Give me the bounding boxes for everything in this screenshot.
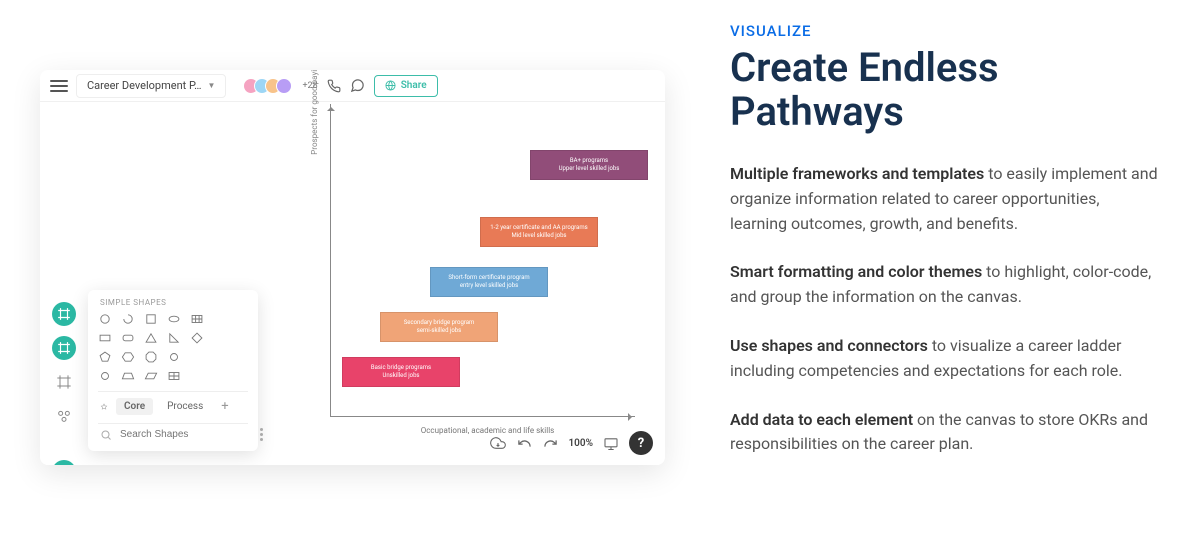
pin-icon[interactable] [98,401,110,413]
app-window: Career Development P… ▼ +28 [40,70,665,465]
cluster-tool-icon[interactable] [52,404,76,428]
frame-tool-outline[interactable] [52,370,76,394]
paragraph-1: Multiple frameworks and templates to eas… [730,162,1160,236]
paragraph-4: Add data to each element on the canvas t… [730,408,1160,458]
close-panel-button[interactable] [52,460,76,465]
document-title: Career Development P… [87,79,202,92]
present-icon[interactable] [603,435,619,451]
chevron-down-icon: ▼ [208,81,216,90]
share-label: Share [401,80,427,91]
paragraph-3: Use shapes and connectors to visualize a… [730,334,1160,384]
ladder-step-3[interactable]: Short-form certificate program entry lev… [430,267,548,297]
tab-process[interactable]: Process [159,398,211,415]
redo-icon[interactable] [542,435,558,451]
avatar [276,78,292,94]
shapes-panel: SIMPLE SHAPES [88,290,258,451]
shape-tabs: Core Process + [98,391,248,415]
search-icon [100,429,112,441]
ladder-step-1[interactable]: Basic bridge programs Unskilled jobs [342,357,460,387]
hexagon-icon[interactable] [121,350,135,364]
shape-row-2 [98,331,248,345]
circle-icon[interactable] [98,312,112,326]
phone-icon[interactable] [326,78,342,94]
square-icon[interactable] [144,312,158,326]
zoom-level[interactable]: 100% [568,438,593,449]
tab-core[interactable]: Core [116,398,153,415]
shape-row-4 [98,369,248,383]
undo-icon[interactable] [516,435,532,451]
triangle-icon[interactable] [144,331,158,345]
ladder-step-2[interactable]: Secondary bridge program semi-skilled jo… [380,312,498,342]
cloud-sync-icon[interactable] [490,435,506,451]
shape-row-3 [98,350,248,364]
help-button[interactable]: ? [629,431,653,455]
ladder-step-4[interactable]: 1-2 year certificate and AA programs Mid… [480,217,598,247]
octagon-icon[interactable] [144,350,158,364]
circle-small-icon[interactable] [167,350,181,364]
marketing-copy: VISUALIZE Create Endless Pathways Multip… [720,0,1200,481]
y-axis [330,104,331,417]
table-icon[interactable] [190,312,204,326]
ladder-step-5[interactable]: BA+ programs Upper level skilled jobs [530,150,648,180]
eyebrow: VISUALIZE [730,22,1160,40]
add-tab-button[interactable]: + [217,399,232,414]
diamond-icon[interactable] [190,331,204,345]
y-axis-label: Prospects for good-paying, stable employ… [310,70,319,162]
arc-icon[interactable] [121,312,135,326]
paragraph-2: Smart formatting and color themes to hig… [730,260,1160,310]
menu-icon[interactable] [50,80,68,92]
document-title-dropdown[interactable]: Career Development P… ▼ [76,74,226,98]
parallelogram-icon[interactable] [144,369,158,383]
right-triangle-icon[interactable] [167,331,181,345]
frame-tool-active[interactable] [52,302,76,326]
headline: Create Endless Pathways [730,46,1160,134]
collaborator-avatars[interactable] [248,78,292,94]
pentagon-icon[interactable] [98,350,112,364]
bottom-bar: 100% ? [490,431,653,455]
rounded-rect-icon[interactable] [121,331,135,345]
frame-tool-2[interactable] [52,336,76,360]
circle-tiny-icon[interactable] [98,369,112,383]
left-toolbar [52,302,76,428]
shapes-panel-header: SIMPLE SHAPES [100,298,248,307]
grid-icon[interactable] [167,369,181,383]
canvas[interactable]: Prospects for good-paying, stable employ… [40,102,665,465]
x-axis [330,416,635,417]
shape-search [98,423,248,441]
globe-icon [385,80,396,91]
shape-search-input[interactable] [118,428,254,441]
more-icon[interactable] [260,428,263,441]
ellipse-icon[interactable] [167,312,181,326]
comment-icon[interactable] [350,78,366,94]
share-button[interactable]: Share [374,75,438,97]
trapezoid-icon[interactable] [121,369,135,383]
rectangle-icon[interactable] [98,331,112,345]
top-bar: Career Development P… ▼ +28 [40,70,665,102]
shape-row-1 [98,312,248,326]
